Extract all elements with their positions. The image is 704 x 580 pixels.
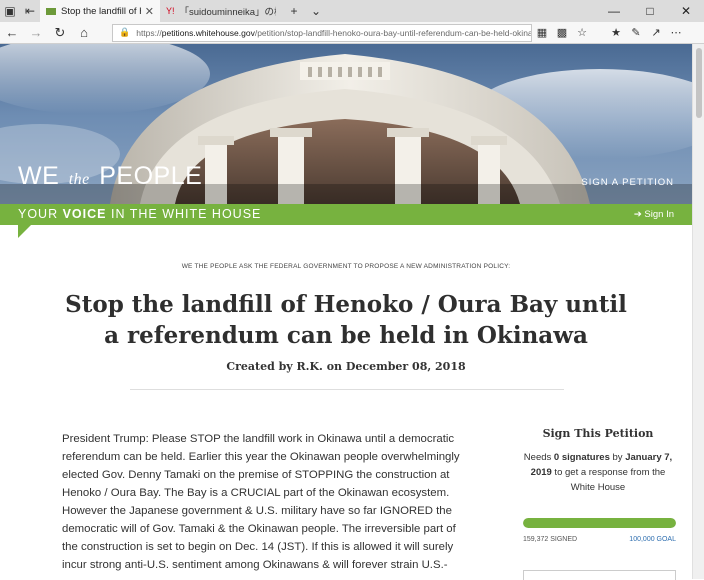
address-toolbar: ← → ↻ ⌂ 🔒 https://petitions.whitehouse.g…	[0, 22, 704, 44]
url-host: petitions.whitehouse.gov	[161, 27, 255, 38]
tagline: YOUR VOICE IN THE WHITE HOUSE	[18, 207, 261, 221]
pen-icon[interactable]: ✎	[626, 26, 646, 39]
forward-icon[interactable]: →	[24, 25, 48, 40]
set-tabs-aside-icon[interactable]: ⇤	[20, 0, 40, 22]
tagline-bar: YOUR VOICE IN THE WHITE HOUSE ➔ Sign In	[0, 204, 692, 225]
divider	[130, 389, 564, 390]
needs-post: to get a response from the White House	[551, 467, 666, 493]
home-icon[interactable]: ⌂	[72, 25, 96, 40]
book-icon[interactable]: ▩	[552, 26, 572, 39]
sign-a-petition-link[interactable]: SIGN A PETITION	[581, 177, 674, 188]
tab-petition[interactable]: Stop the landfill of Henoko ✕	[40, 0, 160, 22]
lock-icon: 🔒	[119, 27, 131, 37]
share-icon[interactable]: ↗	[646, 26, 666, 39]
tab-actions-icon[interactable]: ▣	[0, 0, 20, 22]
whitehouse-favicon-icon	[46, 7, 56, 15]
window-controls: — □ ✕	[596, 0, 704, 22]
minimize-icon[interactable]: —	[596, 0, 632, 22]
back-icon[interactable]: ←	[0, 25, 24, 40]
refresh-icon[interactable]: ↻	[48, 25, 72, 41]
tagline-bold: VOICE	[62, 207, 107, 221]
close-window-icon[interactable]: ✕	[668, 0, 704, 22]
goal-count: 100,000 GOAL	[629, 536, 676, 543]
search-favicon-icon: Y!	[166, 6, 175, 16]
page-scrollbar[interactable]	[692, 44, 704, 579]
signatures-needed: Needs 0 signatures by January 7, 2019 to…	[518, 450, 678, 495]
scrollbar-thumb[interactable]	[696, 48, 702, 118]
tagline-post: IN THE WHITE HOUSE	[106, 207, 262, 221]
url-path: /petition/stop-landfill-henoko-oura-bay-…	[254, 27, 532, 38]
hero-image: WE the PEOPLE SIGN A PETITION	[0, 44, 692, 204]
tab-strip: ▣ ⇤ Stop the landfill of Henoko ✕ Y! 「su…	[0, 0, 704, 22]
more-menu-icon[interactable]: ⋯	[666, 26, 686, 39]
sign-in-link[interactable]: ➔ Sign In	[634, 209, 674, 220]
new-tab-icon[interactable]: +	[282, 0, 306, 22]
tagline-pre: YOUR	[18, 207, 63, 221]
favorite-star-icon[interactable]: ☆	[572, 26, 592, 39]
brand-we: WE	[18, 162, 60, 190]
sign-heading: Sign This Petition	[542, 427, 654, 440]
signature-progress-bar	[523, 518, 676, 528]
reading-view-icon[interactable]: ▦	[532, 26, 552, 39]
needs-by: by	[609, 452, 626, 463]
we-the-people-logo[interactable]: WE the PEOPLE	[18, 162, 202, 191]
brand-the: the	[68, 171, 90, 188]
close-tab-icon[interactable]: ✕	[145, 5, 154, 18]
policy-ask: WE THE PEOPLE ASK THE FEDERAL GOVERNMENT…	[181, 263, 511, 270]
needs-count: 0 signatures	[553, 452, 610, 463]
tab-list-chevron-icon[interactable]: ⌄	[306, 0, 326, 22]
signature-progress-fill	[523, 518, 676, 528]
signed-count: 159,372 SIGNED	[523, 536, 578, 543]
sign-in-label: Sign In	[644, 209, 674, 220]
brand-people: PEOPLE	[99, 162, 203, 190]
sign-in-icon: ➔	[633, 209, 642, 220]
needs-pre: Needs	[523, 452, 554, 463]
tab-title: 「suidouminneika」の検索結果	[179, 7, 276, 18]
url-prefix: https://	[136, 27, 162, 38]
sign-sidebar: Sign This Petition Needs 0 signatures by…	[518, 427, 678, 495]
maximize-icon[interactable]: □	[632, 0, 668, 22]
tagline-notch	[18, 225, 31, 238]
page-title: Stop the landfill of Henoko / Oura Bay u…	[65, 291, 627, 349]
tab-title: Stop the landfill of Henoko	[61, 5, 141, 17]
url-field[interactable]: 🔒 https://petitions.whitehouse.gov/petit…	[112, 23, 532, 42]
petition-body: President Trump: Please STOP the landfil…	[62, 433, 460, 571]
tab-search[interactable]: Y! 「suidouminneika」の検索結果	[160, 0, 282, 22]
favorites-hub-icon[interactable]: ★	[606, 26, 626, 39]
petition-byline: Created by R.K. on December 08, 2018	[226, 360, 466, 373]
